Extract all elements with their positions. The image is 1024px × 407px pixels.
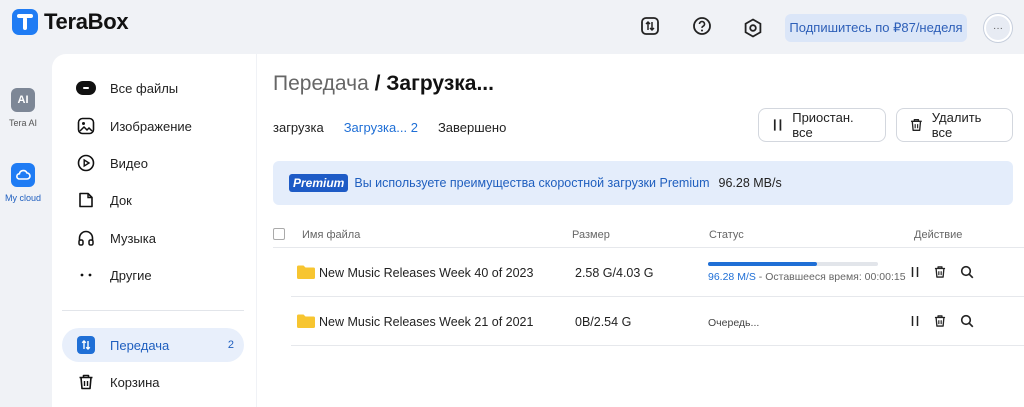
sidebar-item-documents[interactable]: Док	[62, 183, 244, 217]
breadcrumb: Передача / Загрузка...	[273, 72, 494, 96]
headphones-icon	[76, 228, 96, 248]
tab-upload[interactable]: загрузка	[273, 120, 324, 135]
rail-item-label: My cloud	[4, 193, 41, 203]
table-header: Имя файла Размер Статус Действие	[273, 222, 1024, 248]
row-speed: 96.28 M/S	[708, 271, 756, 283]
sidebar-item-music[interactable]: Музыка	[62, 221, 244, 255]
transfer-tabs: загрузка Загрузка... 2 Завершено	[273, 120, 506, 135]
trash-icon	[911, 118, 922, 132]
table-row[interactable]: New Music Releases Week 21 of 2021 0B/2.…	[291, 297, 1024, 346]
video-icon	[76, 153, 96, 173]
rail-item-label: Tera AI	[8, 118, 37, 128]
sidebar-item-video[interactable]: Видео	[62, 146, 244, 180]
table-row[interactable]: New Music Releases Week 40 of 2023 2.58 …	[291, 248, 1024, 297]
transfer-icon[interactable]	[640, 16, 660, 36]
main-panel: Передача / Загрузка... загрузка Загрузка…	[257, 54, 1024, 407]
avatar[interactable]: ···	[984, 14, 1012, 42]
sidebar-item-all-files[interactable]: Все файлы	[62, 71, 244, 105]
search-icon[interactable]	[960, 314, 974, 328]
column-header-action: Действие	[914, 229, 963, 241]
pause-icon[interactable]	[908, 314, 922, 328]
download-progress-fill	[708, 262, 817, 266]
terabox-logo[interactable]: TeraBox	[12, 9, 129, 35]
column-header-size[interactable]: Размер	[572, 229, 610, 241]
sidebar-item-other[interactable]: Другие	[62, 258, 244, 292]
image-icon	[76, 116, 96, 136]
folder-icon	[297, 314, 315, 328]
file-name: New Music Releases Week 40 of 2023	[319, 266, 534, 280]
transfer-icon	[76, 335, 96, 355]
rail-item-tera-ai[interactable]: AI Tera AI	[0, 88, 46, 128]
terabox-logo-icon	[12, 9, 38, 35]
search-icon[interactable]	[960, 265, 974, 279]
download-status: 96.28 M/S - Оставшееся время: 00:00:15	[708, 271, 906, 283]
trash-icon	[76, 372, 96, 392]
download-speed: 96.28 MB/s	[718, 176, 782, 190]
delete-all-label: Удалить все	[931, 110, 982, 140]
transfer-count-badge: 2	[227, 339, 234, 351]
brand-name: TeraBox	[44, 9, 129, 34]
sidebar-item-images[interactable]: Изображение	[62, 109, 244, 143]
ai-icon: AI	[11, 88, 35, 112]
sidebar-item-transfer[interactable]: Передача 2	[62, 328, 244, 362]
all-files-icon	[76, 78, 96, 98]
help-icon[interactable]	[692, 16, 712, 36]
file-name: New Music Releases Week 21 of 2021	[319, 315, 534, 329]
premium-banner: Premium Вы используете преимущества скор…	[273, 161, 1013, 205]
top-bar: TeraBox Подпишитесь по ₽87/неделя ···	[0, 0, 1024, 54]
sidebar-item-label: Док	[110, 192, 132, 208]
sidebar-item-label: Изображение	[110, 118, 192, 134]
file-size: 0B/2.54 G	[575, 315, 632, 329]
more-dots-icon	[76, 265, 96, 285]
sidebar: Все файлы Изображение Видео Док Музыка Д…	[52, 54, 256, 407]
pause-all-button[interactable]: Приостан. все	[758, 108, 886, 142]
sidebar-item-label: Передача	[110, 337, 170, 353]
premium-banner-text: Вы используете преимущества скоростной з…	[354, 176, 710, 190]
sidebar-item-label: Видео	[110, 155, 148, 171]
sidebar-divider	[62, 310, 244, 311]
settings-icon[interactable]	[743, 18, 763, 38]
rail-item-my-cloud[interactable]: My cloud	[0, 163, 46, 203]
subscribe-button[interactable]: Подпишитесь по ₽87/неделя	[785, 14, 967, 42]
tab-downloading[interactable]: Загрузка... 2	[344, 120, 418, 135]
folder-icon	[297, 265, 315, 279]
sidebar-item-label: Все файлы	[110, 80, 179, 96]
select-all-checkbox[interactable]	[273, 228, 285, 240]
breadcrumb-separator: /	[368, 72, 387, 95]
delete-all-button[interactable]: Удалить все	[896, 108, 1013, 142]
trash-icon[interactable]	[933, 314, 947, 328]
document-icon	[76, 190, 96, 210]
cloud-icon	[11, 163, 35, 187]
file-size: 2.58 G/4.03 G	[575, 266, 654, 280]
tab-completed[interactable]: Завершено	[438, 120, 506, 135]
pause-icon[interactable]	[908, 265, 922, 279]
sidebar-item-label: Другие	[110, 267, 152, 283]
sidebar-item-label: Корзина	[110, 374, 160, 390]
column-header-name[interactable]: Имя файла	[302, 229, 360, 241]
breadcrumb-parent[interactable]: Передача	[273, 72, 369, 95]
premium-badge: Premium	[289, 174, 349, 192]
sidebar-item-label: Музыка	[110, 230, 156, 246]
trash-icon[interactable]	[933, 265, 947, 279]
download-progress-bar	[708, 262, 878, 266]
time-remaining: - Оставшееся время: 00:00:15	[755, 271, 906, 283]
pause-icon	[773, 119, 782, 131]
breadcrumb-current: Загрузка...	[386, 72, 494, 95]
sidebar-item-trash[interactable]: Корзина	[62, 365, 244, 399]
download-status: Очередь...	[708, 317, 760, 329]
pause-all-label: Приостан. все	[792, 110, 854, 140]
column-header-status: Статус	[709, 229, 744, 241]
